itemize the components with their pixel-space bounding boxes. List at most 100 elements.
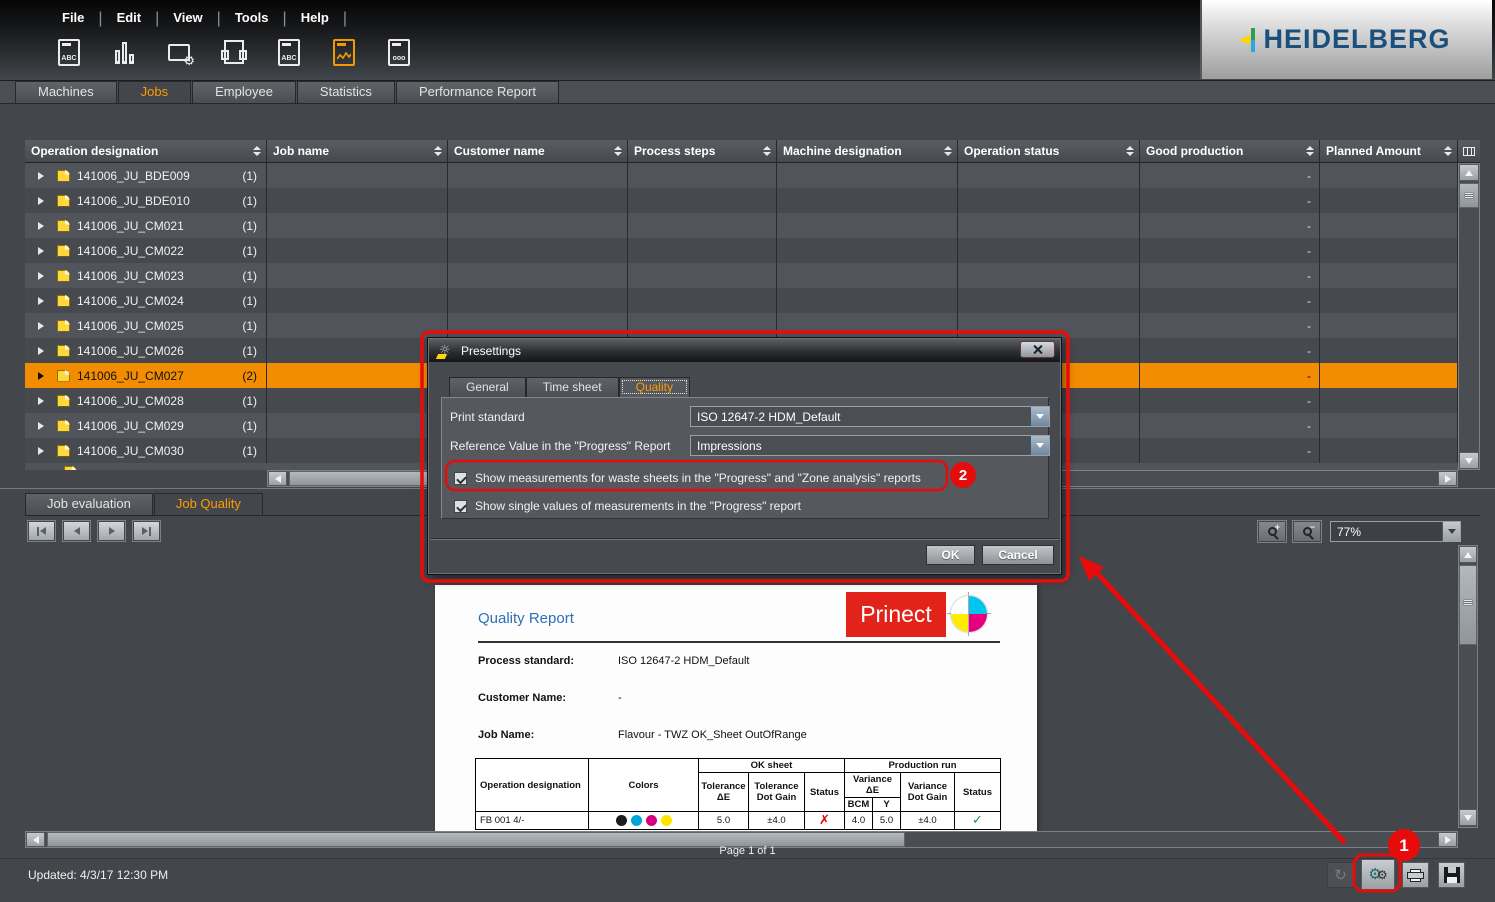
machine-utilization-icon[interactable] bbox=[109, 36, 139, 68]
menu-help[interactable]: Help bbox=[287, 8, 343, 28]
table-scroll-right-button[interactable] bbox=[1438, 471, 1457, 486]
previous-page-button[interactable] bbox=[63, 521, 90, 541]
workstation-settings-icon[interactable] bbox=[164, 36, 194, 68]
table-row[interactable]: 141006_JU_CM023(1)- bbox=[25, 263, 1458, 288]
refresh-button[interactable]: ↻ bbox=[1327, 862, 1354, 888]
table-vscrollbar[interactable] bbox=[1458, 163, 1480, 470]
table-scroll-left-button[interactable] bbox=[268, 471, 287, 486]
dialog-title-bar[interactable]: ☼ Presettings bbox=[429, 339, 1060, 362]
expand-icon[interactable] bbox=[38, 197, 44, 205]
job-list-icon[interactable]: ABC bbox=[54, 36, 84, 68]
tab-job-evaluation[interactable]: Job evaluation bbox=[25, 493, 153, 515]
expand-icon[interactable] bbox=[38, 322, 44, 330]
press-machine-icon[interactable] bbox=[219, 36, 249, 68]
zoom-level-select[interactable]: 77% bbox=[1330, 521, 1461, 542]
waste-sheets-checkbox-row[interactable]: Show measurements for waste sheets in th… bbox=[454, 471, 921, 485]
table-row[interactable]: 141006_JU_CM025(1)- bbox=[25, 313, 1458, 338]
column-header-job-name[interactable]: Job name bbox=[267, 140, 448, 163]
expand-icon[interactable] bbox=[38, 347, 44, 355]
sort-spinner-icon[interactable] bbox=[1126, 146, 1134, 156]
expand-icon[interactable] bbox=[38, 272, 44, 280]
zoom-out-button[interactable]: − bbox=[1293, 521, 1321, 542]
report-field: Customer Name:- bbox=[478, 692, 622, 704]
sort-spinner-icon[interactable] bbox=[944, 146, 952, 156]
tab-performance-report[interactable]: Performance Report bbox=[396, 81, 559, 103]
report-field: Process standard:ISO 12647-2 HDM_Default bbox=[478, 655, 749, 667]
save-icon bbox=[1444, 867, 1460, 883]
table-row[interactable]: 141006_JU_CM021(1)- bbox=[25, 213, 1458, 238]
folder-icon bbox=[57, 195, 70, 207]
tab-job-quality[interactable]: Job Quality bbox=[154, 493, 263, 515]
sort-spinner-icon[interactable] bbox=[614, 146, 622, 156]
table-row[interactable]: 141006_JU_CM022(1)- bbox=[25, 238, 1458, 263]
preview-vscroll-thumb[interactable] bbox=[1459, 565, 1477, 645]
checkbox-checked-icon[interactable] bbox=[454, 500, 467, 513]
dropdown-arrow-icon[interactable] bbox=[1442, 522, 1460, 541]
table-scroll-up-button[interactable] bbox=[1459, 164, 1479, 181]
column-config-button[interactable] bbox=[1458, 140, 1480, 163]
dropdown-arrow-icon[interactable] bbox=[1030, 407, 1049, 426]
expand-icon[interactable] bbox=[38, 372, 44, 380]
last-page-button[interactable] bbox=[133, 521, 160, 541]
column-header-process-steps[interactable]: Process steps bbox=[628, 140, 777, 163]
save-button[interactable] bbox=[1438, 862, 1465, 888]
checkbox-checked-icon[interactable] bbox=[454, 472, 467, 485]
print-standard-select[interactable]: ISO 12647-2 HDM_Default bbox=[690, 406, 1050, 427]
dialog-tab-quality[interactable]: Quality bbox=[619, 377, 690, 397]
expand-icon[interactable] bbox=[38, 422, 44, 430]
next-page-button[interactable] bbox=[98, 521, 125, 541]
table-row[interactable]: 141006_JU_BDE009(1)- bbox=[25, 163, 1458, 188]
column-header-machine-designation[interactable]: Machine designation bbox=[777, 140, 958, 163]
good-production-cell: - bbox=[1140, 438, 1320, 463]
ok-button[interactable]: OK bbox=[926, 545, 975, 565]
sort-spinner-icon[interactable] bbox=[434, 146, 442, 156]
tab-machines[interactable]: Machines bbox=[15, 81, 117, 103]
expand-icon[interactable] bbox=[38, 172, 44, 180]
column-header-customer-name[interactable]: Customer name bbox=[448, 140, 628, 163]
cancel-button[interactable]: Cancel bbox=[982, 545, 1054, 565]
presettings-button[interactable]: ⚙⚙ bbox=[1361, 859, 1395, 890]
tab-jobs[interactable]: Jobs bbox=[118, 81, 191, 103]
column-header-operation-designation[interactable]: Operation designation bbox=[25, 140, 267, 163]
expand-icon[interactable] bbox=[38, 447, 44, 455]
empty-cell bbox=[1320, 163, 1458, 188]
column-header-planned-amount[interactable]: Planned Amount bbox=[1320, 140, 1458, 163]
quality-report-page: Quality Report Prinect Process standard:… bbox=[435, 585, 1037, 833]
menu-file[interactable]: File bbox=[48, 8, 98, 28]
preview-scroll-up-button[interactable] bbox=[1459, 546, 1477, 563]
expand-icon[interactable] bbox=[38, 247, 44, 255]
menu-edit[interactable]: Edit bbox=[103, 8, 156, 28]
table-vscroll-thumb[interactable] bbox=[1459, 183, 1479, 208]
dropdown-arrow-icon[interactable] bbox=[1030, 436, 1049, 455]
sort-spinner-icon[interactable] bbox=[1444, 146, 1452, 156]
zoom-in-button[interactable]: + bbox=[1258, 521, 1286, 542]
dialog-close-button[interactable] bbox=[1020, 341, 1055, 358]
sort-spinner-icon[interactable] bbox=[763, 146, 771, 156]
menu-tools[interactable]: Tools bbox=[221, 8, 283, 28]
sort-spinner-icon[interactable] bbox=[253, 146, 261, 156]
preview-scroll-down-button[interactable] bbox=[1459, 809, 1477, 826]
reference-value-select[interactable]: Impressions bbox=[690, 435, 1050, 456]
table-row[interactable]: 141006_JU_CM024(1)- bbox=[25, 288, 1458, 313]
tab-statistics[interactable]: Statistics bbox=[297, 81, 395, 103]
table-row[interactable]: 141006_JU_BDE010(1)- bbox=[25, 188, 1458, 213]
tab-employee[interactable]: Employee bbox=[192, 81, 296, 103]
column-header-good-production[interactable]: Good production bbox=[1140, 140, 1320, 163]
dialog-tab-time-sheet[interactable]: Time sheet bbox=[526, 377, 619, 397]
table-scroll-down-button[interactable] bbox=[1459, 452, 1479, 469]
job-report-icon[interactable]: ABC bbox=[274, 36, 304, 68]
first-page-button[interactable] bbox=[28, 521, 55, 541]
machine-states-icon[interactable]: ooo bbox=[384, 36, 414, 68]
report-field: Job Name:Flavour - TWZ OK_Sheet OutOfRan… bbox=[478, 729, 807, 741]
menu-view[interactable]: View bbox=[159, 8, 216, 28]
dialog-tab-general[interactable]: General bbox=[449, 377, 526, 397]
single-values-checkbox-row[interactable]: Show single values of measurements in th… bbox=[454, 499, 801, 513]
expand-icon[interactable] bbox=[38, 222, 44, 230]
expand-icon[interactable] bbox=[38, 397, 44, 405]
expand-icon[interactable] bbox=[38, 297, 44, 305]
empty-cell bbox=[448, 188, 628, 213]
quality-report-icon[interactable] bbox=[329, 36, 359, 68]
print-button[interactable] bbox=[1402, 862, 1429, 888]
sort-spinner-icon[interactable] bbox=[1306, 146, 1314, 156]
column-header-operation-status[interactable]: Operation status bbox=[958, 140, 1140, 163]
